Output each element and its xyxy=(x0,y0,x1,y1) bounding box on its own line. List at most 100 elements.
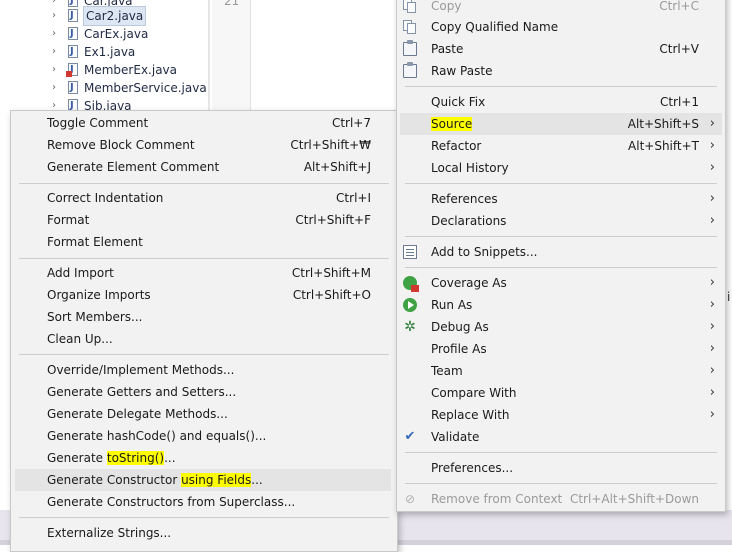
chevron-right-icon[interactable]: › xyxy=(52,7,62,25)
menu-item-label: Remove Block Comment xyxy=(47,138,195,152)
java-file-icon: J xyxy=(66,27,80,41)
menu-item-add-to-snippets[interactable]: Add to Snippets... xyxy=(397,241,725,263)
chevron-right-icon[interactable]: › xyxy=(52,43,62,61)
menu-item-label: Declarations xyxy=(431,214,507,228)
menu-item-label: Organize Imports xyxy=(47,288,151,302)
menu-item-profile-as[interactable]: Profile As › xyxy=(397,338,725,360)
menu-item-replace-with[interactable]: Replace With › xyxy=(397,404,725,426)
menu-item-label: Externalize Strings... xyxy=(47,526,172,540)
menu-item-copy[interactable]: Copy Ctrl+C xyxy=(397,0,725,17)
menu-item-declarations[interactable]: Declarations › xyxy=(397,210,725,232)
tree-item-label: Ex1.java xyxy=(84,45,136,59)
menu-item-generate-hashcode-equals[interactable]: Generate hashCode() and equals()... xyxy=(11,425,397,447)
java-file-error-icon: J xyxy=(66,63,80,77)
menu-item-shortcut: Ctrl+1 xyxy=(659,95,699,109)
menu-item-paste[interactable]: Paste Ctrl+V xyxy=(397,38,725,60)
chevron-right-icon[interactable]: › xyxy=(52,61,62,79)
snippet-icon xyxy=(403,245,417,259)
menu-item-label: Override/Implement Methods... xyxy=(47,363,235,377)
search-highlight: Source xyxy=(431,117,473,131)
tree-item-carex[interactable]: › J CarEx.java xyxy=(52,25,148,43)
menu-item-label: Add Import xyxy=(47,266,114,280)
menu-item-label: Generate Constructors from Superclass... xyxy=(47,495,296,509)
menu-item-shortcut: Alt+Shift+J xyxy=(303,160,371,174)
submenu-arrow-icon: › xyxy=(709,297,715,312)
menu-item-remove-from-context[interactable]: ⊘ Remove from Context Ctrl+Alt+Shift+Dow… xyxy=(397,488,725,510)
menu-item-compare-with[interactable]: Compare With › xyxy=(397,382,725,404)
menu-item-shortcut: Ctrl+Alt+Shift+Down xyxy=(569,492,699,506)
menu-item-team[interactable]: Team › xyxy=(397,360,725,382)
menu-item-shortcut: Ctrl+V xyxy=(659,42,699,56)
menu-item-shortcut: Ctrl+Shift+F xyxy=(295,213,371,227)
chevron-right-icon[interactable]: › xyxy=(52,79,62,97)
submenu-arrow-icon: › xyxy=(709,160,715,175)
submenu-arrow-icon: › xyxy=(709,138,715,153)
submenu-arrow-icon: › xyxy=(709,407,715,422)
menu-item-generate-delegate-methods[interactable]: Generate Delegate Methods... xyxy=(11,403,397,425)
menu-item-source[interactable]: Source Alt+Shift+S › xyxy=(400,113,722,135)
menu-item-organize-imports[interactable]: Organize Imports Ctrl+Shift+O xyxy=(11,284,397,306)
menu-item-shortcut: Ctrl+Shift+O xyxy=(292,288,371,302)
java-file-icon: J xyxy=(66,81,80,95)
partial-text-glyph: i xyxy=(727,290,731,304)
menu-item-override-implement-methods[interactable]: Override/Implement Methods... xyxy=(11,359,397,381)
menu-item-generate-tostring[interactable]: Generate toString()... xyxy=(11,447,397,469)
menu-item-label: Generate Element Comment xyxy=(47,160,220,174)
menu-item-label: Copy Qualified Name xyxy=(431,20,559,34)
menu-item-label: Generate Delegate Methods... xyxy=(47,407,228,421)
menu-item-format[interactable]: Format Ctrl+Shift+F xyxy=(11,209,397,231)
menu-item-debug-as[interactable]: ✲ Debug As › xyxy=(397,316,725,338)
tree-item-memberservice[interactable]: › J MemberService.java xyxy=(52,79,207,97)
menu-item-validate[interactable]: ✔ Validate xyxy=(397,426,725,448)
menu-item-refactor[interactable]: Refactor Alt+Shift+T › xyxy=(397,135,725,157)
menu-item-preferences[interactable]: Preferences... xyxy=(397,457,725,479)
menu-item-quick-fix[interactable]: Quick Fix Ctrl+1 xyxy=(397,91,725,113)
menu-item-sort-members[interactable]: Sort Members... xyxy=(11,306,397,328)
menu-item-label: Compare With xyxy=(431,386,517,400)
menu-separator xyxy=(405,86,717,87)
menu-item-label: Replace With xyxy=(431,408,510,422)
menu-item-generate-getters-setters[interactable]: Generate Getters and Setters... xyxy=(11,381,397,403)
chevron-right-icon[interactable]: › xyxy=(52,25,62,43)
menu-item-shortcut: Ctrl+Shift+₩ xyxy=(290,138,371,152)
menu-item-raw-paste[interactable]: Raw Paste xyxy=(397,60,725,82)
tree-item-label: CarEx.java xyxy=(84,27,149,41)
menu-item-label: Generate hashCode() and equals()... xyxy=(47,429,267,443)
menu-item-run-as[interactable]: Run As › xyxy=(397,294,725,316)
line-number: 21 xyxy=(224,0,240,8)
tree-item-car2[interactable]: › J Car2.java xyxy=(52,6,147,26)
menu-item-correct-indentation[interactable]: Correct Indentation Ctrl+I xyxy=(11,187,397,209)
menu-item-label: References xyxy=(431,192,498,206)
menu-item-clean-up[interactable]: Clean Up... xyxy=(11,328,397,350)
tree-item-memberex[interactable]: › J MemberEx.java xyxy=(52,61,177,79)
source-submenu: Toggle Comment Ctrl+7 Remove Block Comme… xyxy=(10,110,398,552)
menu-item-toggle-comment[interactable]: Toggle Comment Ctrl+7 xyxy=(11,112,397,134)
menu-item-generate-constructor-using-fields[interactable]: Generate Constructor using Fields... xyxy=(15,469,391,491)
tree-item-label: MemberService.java xyxy=(84,81,207,95)
menu-item-label: Clean Up... xyxy=(47,332,113,346)
tree-item-ex1[interactable]: › J Ex1.java xyxy=(52,43,135,61)
menu-item-label: Generate Getters and Setters... xyxy=(47,385,237,399)
menu-item-label: Generate toString()... xyxy=(47,451,176,465)
submenu-arrow-icon: › xyxy=(709,116,715,131)
menu-item-label: Local History xyxy=(431,161,509,175)
run-icon xyxy=(403,298,417,312)
menu-item-format-element[interactable]: Format Element xyxy=(11,231,397,253)
menu-item-externalize-strings[interactable]: Externalize Strings... xyxy=(11,522,397,544)
menu-item-add-import[interactable]: Add Import Ctrl+Shift+M xyxy=(11,262,397,284)
menu-item-remove-block-comment[interactable]: Remove Block Comment Ctrl+Shift+₩ xyxy=(11,134,397,156)
menu-item-label: Toggle Comment xyxy=(47,116,149,130)
debug-bug-icon: ✲ xyxy=(404,319,416,335)
menu-item-copy-qualified-name[interactable]: Copy Qualified Name xyxy=(397,16,725,38)
menu-item-coverage-as[interactable]: Coverage As › xyxy=(397,272,725,294)
menu-separator xyxy=(405,267,717,268)
menu-item-local-history[interactable]: Local History › xyxy=(397,157,725,179)
menu-item-label: Format Element xyxy=(47,235,143,249)
menu-item-generate-constructors-from-superclass[interactable]: Generate Constructors from Superclass... xyxy=(11,491,397,513)
menu-item-label: Refactor xyxy=(431,139,482,153)
submenu-arrow-icon: › xyxy=(709,363,715,378)
menu-separator xyxy=(19,354,389,355)
pane-divider[interactable] xyxy=(208,0,210,120)
menu-item-references[interactable]: References › xyxy=(397,188,725,210)
menu-item-generate-element-comment[interactable]: Generate Element Comment Alt+Shift+J xyxy=(11,156,397,178)
